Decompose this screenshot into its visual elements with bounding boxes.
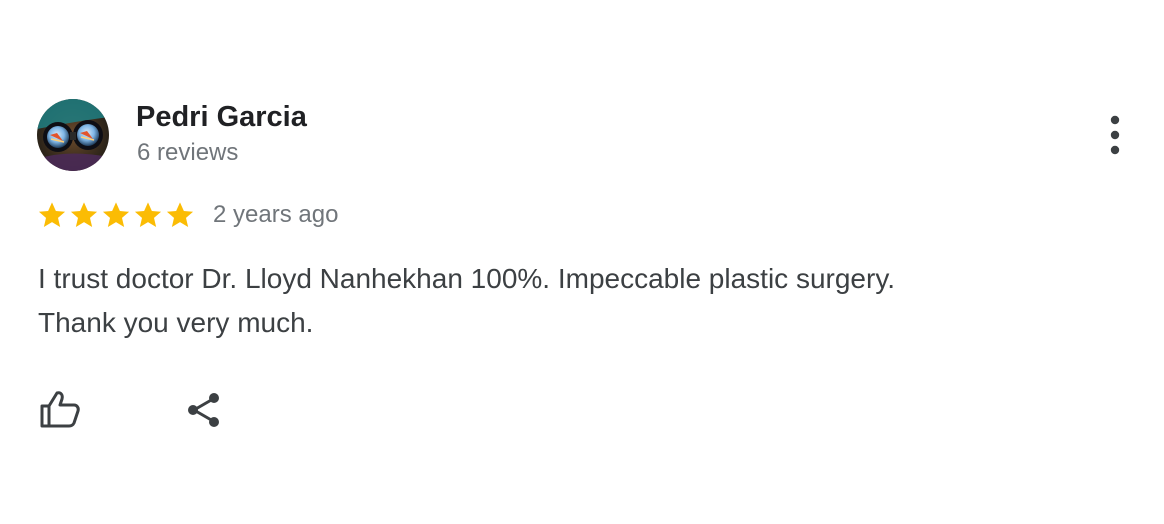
more-options-button[interactable] (1097, 112, 1133, 158)
rating-row: 2 years ago (36, 198, 338, 232)
star-icon (166, 202, 194, 227)
review-text: I trust doctor Dr. Lloyd Nanhekhan 100%.… (38, 257, 1098, 345)
star-icon (70, 202, 98, 227)
reviewer-review-count[interactable]: 6 reviews (137, 139, 238, 167)
star-icon (134, 202, 162, 227)
review-time: 2 years ago (213, 201, 339, 228)
more-vert-icon (1110, 115, 1120, 155)
review-text-line-2: Thank you very much. (38, 307, 314, 338)
avatar-image (37, 99, 109, 171)
like-button[interactable] (38, 388, 82, 432)
share-icon (188, 393, 219, 427)
review-card: Pedri Garcia 6 reviews 2 years ago I tru… (0, 0, 1164, 524)
share-button[interactable] (182, 388, 226, 432)
avatar[interactable] (37, 99, 109, 171)
review-text-line-1: I trust doctor Dr. Lloyd Nanhekhan 100%.… (38, 263, 896, 294)
star-rating (36, 199, 196, 231)
star-icon (102, 202, 130, 227)
thumbs-up-icon (40, 391, 80, 428)
star-icon (38, 202, 66, 227)
reviewer-name[interactable]: Pedri Garcia (136, 100, 307, 134)
